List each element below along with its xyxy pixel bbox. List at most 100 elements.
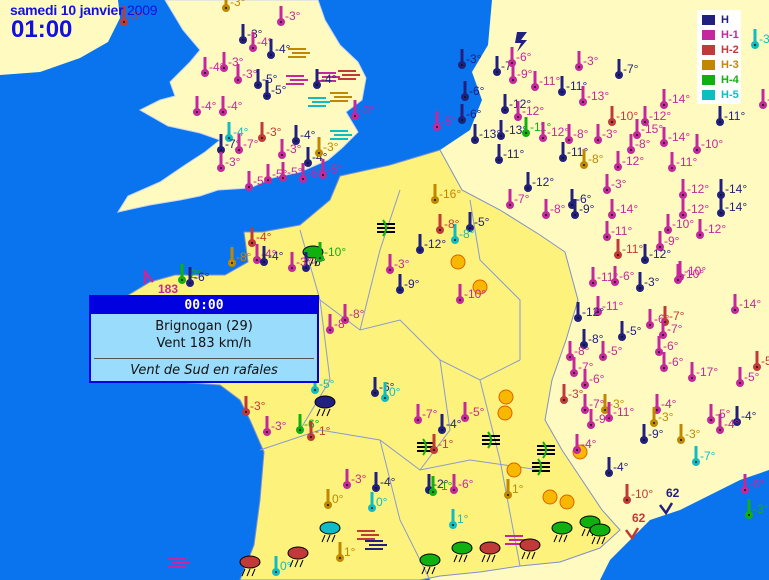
temperature-label: -6° xyxy=(619,269,635,283)
thermometer-stem-icon xyxy=(613,266,617,280)
thermometer-dot xyxy=(582,101,584,103)
temperature-label: -8° xyxy=(550,202,566,216)
thermometer-dot xyxy=(691,377,693,379)
thermometer-stem-icon xyxy=(265,416,269,430)
thermometer-stem-icon xyxy=(605,174,609,188)
thermometer-dot xyxy=(734,309,736,311)
thermometer-dot xyxy=(573,372,575,374)
thermometer-dot xyxy=(329,329,331,331)
thermometer-dot xyxy=(319,257,321,259)
thermometer-dot xyxy=(682,214,684,216)
thermometer-stem-icon xyxy=(661,319,665,333)
thermometer-stem-icon xyxy=(643,106,647,120)
temperature-label: 1° xyxy=(457,512,469,526)
thermometer-stem-icon xyxy=(663,306,667,320)
thermometer-stem-icon xyxy=(241,24,245,38)
thermometer-dot xyxy=(671,167,673,169)
station-tooltip: 00:00 Brignogan (29) Vent 183 km/h Vent … xyxy=(89,295,319,383)
temperature-label: -11° xyxy=(724,109,745,123)
thermometer-stem-icon xyxy=(230,247,234,261)
sun-icon xyxy=(559,494,575,510)
thermometer-dot xyxy=(263,261,265,263)
thermometer-stem-icon xyxy=(237,134,241,148)
thermometer-stem-icon xyxy=(643,244,647,258)
tooltip-info: Vent de Sud en rafales xyxy=(130,363,278,378)
thermometer-dot xyxy=(744,489,746,491)
temperature-label: -3° xyxy=(611,177,627,191)
weather-map[interactable]: -3°-3° -3°-3°-4° -4°-4° -3°-3° -5°-5°-4° -4°-… xyxy=(0,0,769,580)
thermometer-stem-icon xyxy=(281,162,285,176)
thermometer-stem-icon xyxy=(601,341,605,355)
temperature-label: -14° xyxy=(616,202,638,216)
temperature-label: -12° xyxy=(547,125,569,139)
thermometer-stem-icon xyxy=(510,47,514,61)
temperature-label: -9° xyxy=(579,202,595,216)
thermometer-stem-icon xyxy=(681,199,685,213)
temperature-label: -3° xyxy=(759,32,769,46)
thermometer-dot xyxy=(123,21,125,23)
temperature-label: -9° xyxy=(648,427,664,441)
thermometer-dot xyxy=(511,62,513,64)
temperature-label: -5° xyxy=(469,405,485,419)
thermometer-stem-icon xyxy=(431,476,435,490)
thermometer-dot xyxy=(310,436,312,438)
thermometer-dot xyxy=(545,214,547,216)
thermometer-dot xyxy=(220,149,222,151)
thermometer-stem-icon xyxy=(583,394,587,408)
thermometer-stem-icon xyxy=(345,469,349,483)
thermometer-dot xyxy=(682,194,684,196)
thermometer-dot xyxy=(608,472,610,474)
temperature-label: -4° xyxy=(741,409,757,423)
thermometer-dot xyxy=(302,178,304,180)
thermometer-dot xyxy=(275,571,277,573)
thermometer-stem-icon xyxy=(526,172,530,186)
thermometer-stem-icon xyxy=(463,81,467,95)
legend-item: H-2 xyxy=(702,44,739,56)
temperature-label: -3° xyxy=(225,155,241,169)
thermometer-stem-icon xyxy=(256,69,260,83)
thermometer-dot xyxy=(344,319,346,321)
thermometer-dot xyxy=(389,269,391,271)
thermometer-dot xyxy=(568,139,570,141)
temperature-label: -7° xyxy=(669,309,685,323)
tooltip-station: Brignogan (29) xyxy=(155,319,253,334)
thermometer-stem-icon xyxy=(203,57,207,71)
thermometer-stem-icon xyxy=(374,472,378,486)
time-label: 01:00 xyxy=(11,16,73,43)
thermometer-stem-icon xyxy=(328,314,332,328)
thermometer-dot xyxy=(597,139,599,141)
year-text: 2009 xyxy=(127,2,158,18)
temperature-label: -7° xyxy=(623,62,639,76)
thermometer-stem-icon xyxy=(596,124,600,138)
thermometer-dot xyxy=(282,177,284,179)
thermometer-stem-icon xyxy=(581,86,585,100)
legend-label: H-2 xyxy=(721,44,739,56)
thermometer-dot xyxy=(621,336,623,338)
thermometer-dot xyxy=(577,317,579,319)
thermometer-stem-icon xyxy=(318,242,322,256)
thermometer-dot xyxy=(256,259,258,261)
thermometer-stem-icon xyxy=(266,164,270,178)
thermometer-stem-icon xyxy=(309,421,313,435)
thermometer-dot xyxy=(699,234,701,236)
temperature-label: -11° xyxy=(613,405,634,419)
thermometer-dot xyxy=(606,236,608,238)
thermometer-stem-icon xyxy=(610,199,614,213)
temperature-label: -6° xyxy=(663,339,679,353)
thermometer-stem-icon xyxy=(719,179,723,193)
thermometer-dot xyxy=(604,409,606,411)
thermometer-stem-icon xyxy=(670,152,674,166)
thermometer-stem-icon xyxy=(250,227,254,241)
temperature-label: -10° xyxy=(631,487,653,501)
thermometer-dot xyxy=(611,214,613,216)
thermometer-stem-icon xyxy=(577,51,581,65)
thermometer-dot xyxy=(592,282,594,284)
thermometer-stem-icon xyxy=(666,214,670,228)
thermometer-stem-icon xyxy=(662,89,666,103)
thermometer-dot xyxy=(618,74,620,76)
temperature-label: -10° xyxy=(701,137,723,151)
thermometer-stem-icon xyxy=(244,396,248,410)
legend-item: H-4 xyxy=(702,74,739,86)
temperature-label: -3° xyxy=(583,54,599,68)
thermometer-dot xyxy=(576,449,578,451)
